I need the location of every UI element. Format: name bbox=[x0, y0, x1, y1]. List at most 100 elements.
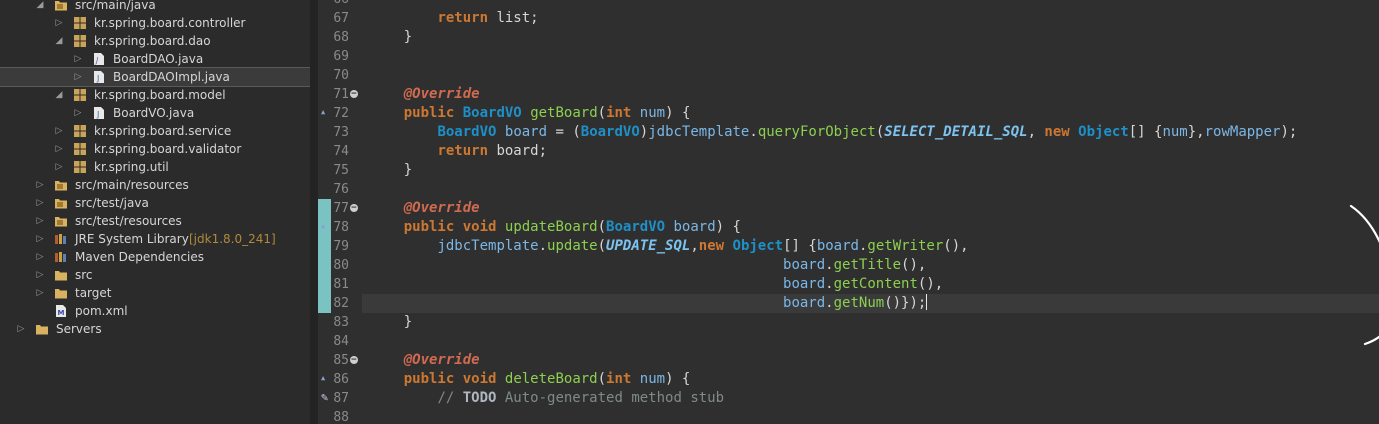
code-token: queryForObject bbox=[757, 124, 876, 140]
code-editor[interactable]: 666768697071−▲727374757677−▲787980818283… bbox=[318, 0, 1379, 424]
collapse-arrow-icon[interactable]: ▷ bbox=[73, 50, 83, 68]
tree-item[interactable]: ◢ kr.spring.board.dao bbox=[0, 32, 310, 50]
collapse-arrow-icon[interactable]: ▷ bbox=[35, 176, 45, 194]
code-area[interactable]: return list; } @Override public BoardVO … bbox=[362, 0, 1379, 424]
collapse-arrow-icon[interactable]: ▷ bbox=[35, 212, 45, 230]
code-line[interactable]: return board; bbox=[362, 142, 1379, 161]
expand-arrow-icon[interactable]: ◢ bbox=[54, 86, 64, 104]
code-line[interactable]: board.getTitle(), bbox=[362, 256, 1379, 275]
tree-item[interactable]: ▷ J BoardVO.java bbox=[0, 104, 310, 122]
tree-item[interactable]: ▷ J BoardDAOImpl.java bbox=[0, 67, 310, 87]
code-line[interactable]: @Override bbox=[362, 351, 1379, 370]
code-token: } bbox=[370, 29, 413, 45]
code-line[interactable]: BoardVO board = (BoardVO)jdbcTemplate.qu… bbox=[362, 123, 1379, 142]
gutter-line: 74 bbox=[318, 142, 362, 161]
tree-item[interactable]: ▷ kr.spring.util bbox=[0, 158, 310, 176]
override-triangle-icon: ▲ bbox=[321, 222, 326, 230]
source-folder-icon bbox=[54, 0, 68, 12]
collapse-arrow-icon[interactable]: ▷ bbox=[73, 104, 83, 122]
package-icon bbox=[73, 142, 87, 156]
expand-arrow-icon[interactable]: ◢ bbox=[35, 0, 45, 14]
code-line[interactable]: @Override bbox=[362, 85, 1379, 104]
code-token: (), bbox=[943, 238, 969, 254]
code-line[interactable] bbox=[362, 408, 1379, 424]
collapse-arrow-icon[interactable]: ▷ bbox=[16, 320, 26, 338]
code-token: update bbox=[547, 238, 598, 254]
code-line[interactable]: } bbox=[362, 313, 1379, 332]
code-token: getNum bbox=[833, 295, 885, 311]
tree-item[interactable]: ▷ JRE System Library [jdk1.8.0_241] bbox=[0, 230, 310, 248]
code-line[interactable]: // TODO Auto-generated method stub bbox=[362, 389, 1379, 408]
collapse-arrow-icon[interactable]: ▷ bbox=[35, 248, 45, 266]
line-number: 66 bbox=[333, 0, 349, 9]
maven-pom-file-icon: M bbox=[54, 304, 68, 318]
code-token: ()}); bbox=[884, 295, 927, 311]
tree-item[interactable]: ▷ kr.spring.board.service bbox=[0, 122, 310, 140]
gutter-line: 81 bbox=[318, 275, 362, 294]
tree-item[interactable]: ▷ src bbox=[0, 266, 310, 284]
code-line[interactable] bbox=[362, 66, 1379, 85]
code-line[interactable] bbox=[362, 47, 1379, 66]
current-code-line[interactable]: board.getNum()}); bbox=[362, 294, 1379, 313]
change-marker bbox=[318, 237, 331, 256]
tree-item[interactable]: ▷ J BoardDAO.java bbox=[0, 50, 310, 68]
code-line[interactable]: board.getContent(), bbox=[362, 275, 1379, 294]
code-line[interactable]: public void deleteBoard(int num) { bbox=[362, 370, 1379, 389]
tree-item[interactable]: ▷ src/test/resources bbox=[0, 212, 310, 230]
source-folder-icon bbox=[54, 214, 68, 228]
code-line[interactable] bbox=[362, 332, 1379, 351]
expand-arrow-icon[interactable]: ◢ bbox=[54, 32, 64, 50]
code-line[interactable]: public void updateBoard(BoardVO board) { bbox=[362, 218, 1379, 237]
collapse-arrow-icon[interactable]: ▷ bbox=[73, 68, 83, 86]
fold-toggle-icon[interactable]: − bbox=[350, 356, 358, 365]
tree-item[interactable]: ▷ kr.spring.board.controller bbox=[0, 14, 310, 32]
code-line[interactable]: } bbox=[362, 161, 1379, 180]
tree-item[interactable]: ▷ Servers bbox=[0, 320, 310, 338]
line-number: 88 bbox=[333, 410, 349, 424]
gutter-line: 84 bbox=[318, 332, 362, 351]
collapse-arrow-icon[interactable]: ▷ bbox=[54, 140, 64, 158]
gutter-line: 66 bbox=[318, 0, 362, 9]
line-number: 70 bbox=[333, 68, 349, 83]
collapse-arrow-icon[interactable]: ▷ bbox=[35, 284, 45, 302]
tree-item-label: target bbox=[75, 286, 112, 300]
code-line[interactable]: public BoardVO getBoard(int num) { bbox=[362, 104, 1379, 123]
code-line[interactable] bbox=[362, 0, 1379, 9]
code-line[interactable]: jdbcTemplate.update(UPDATE_SQL,new Objec… bbox=[362, 237, 1379, 256]
tree-item[interactable]: ▷ src/main/resources bbox=[0, 176, 310, 194]
line-number: 71 bbox=[333, 87, 349, 102]
tree-item[interactable]: ▷ kr.spring.board.validator bbox=[0, 140, 310, 158]
code-token: ) { bbox=[715, 219, 741, 235]
collapse-arrow-icon[interactable]: ▷ bbox=[35, 194, 45, 212]
code-line[interactable]: return list; bbox=[362, 9, 1379, 28]
code-line[interactable]: } bbox=[362, 28, 1379, 47]
line-number: 78 bbox=[333, 220, 349, 235]
fold-toggle-icon[interactable]: − bbox=[350, 90, 358, 99]
fold-toggle-icon[interactable]: − bbox=[350, 204, 358, 213]
override-triangle-icon: ▲ bbox=[321, 374, 326, 382]
line-number: 67 bbox=[333, 11, 349, 26]
collapse-arrow-icon[interactable]: ▷ bbox=[35, 230, 45, 248]
collapse-arrow-icon[interactable]: ▷ bbox=[54, 14, 64, 32]
collapse-arrow-icon[interactable]: ▷ bbox=[54, 122, 64, 140]
tree-item[interactable]: Mpom.xml bbox=[0, 302, 310, 320]
tree-item[interactable]: ▷ src/test/java bbox=[0, 194, 310, 212]
collapse-arrow-icon[interactable]: ▷ bbox=[54, 158, 64, 176]
java-interface-file-icon: J bbox=[92, 52, 106, 66]
code-token: num bbox=[639, 371, 666, 387]
code-line[interactable]: @Override bbox=[362, 199, 1379, 218]
code-token: int bbox=[606, 105, 632, 121]
tree-item[interactable]: ▷ Maven Dependencies bbox=[0, 248, 310, 266]
panel-divider[interactable] bbox=[310, 0, 318, 424]
tree-item[interactable]: ▷ target bbox=[0, 284, 310, 302]
tree-item[interactable]: ◢ src/main/java bbox=[0, 0, 310, 14]
code-token: = ( bbox=[547, 124, 581, 140]
collapse-arrow-icon[interactable]: ▷ bbox=[35, 266, 45, 284]
gutter-line: 88 bbox=[318, 408, 362, 424]
tree-item[interactable]: ◢ kr.spring.board.model bbox=[0, 86, 310, 104]
tree-item-label: src/test/java bbox=[75, 196, 149, 210]
line-number: 79 bbox=[333, 239, 349, 254]
code-line[interactable] bbox=[362, 180, 1379, 199]
change-marker bbox=[318, 275, 331, 294]
tree-item-label: kr.spring.board.validator bbox=[94, 142, 242, 156]
